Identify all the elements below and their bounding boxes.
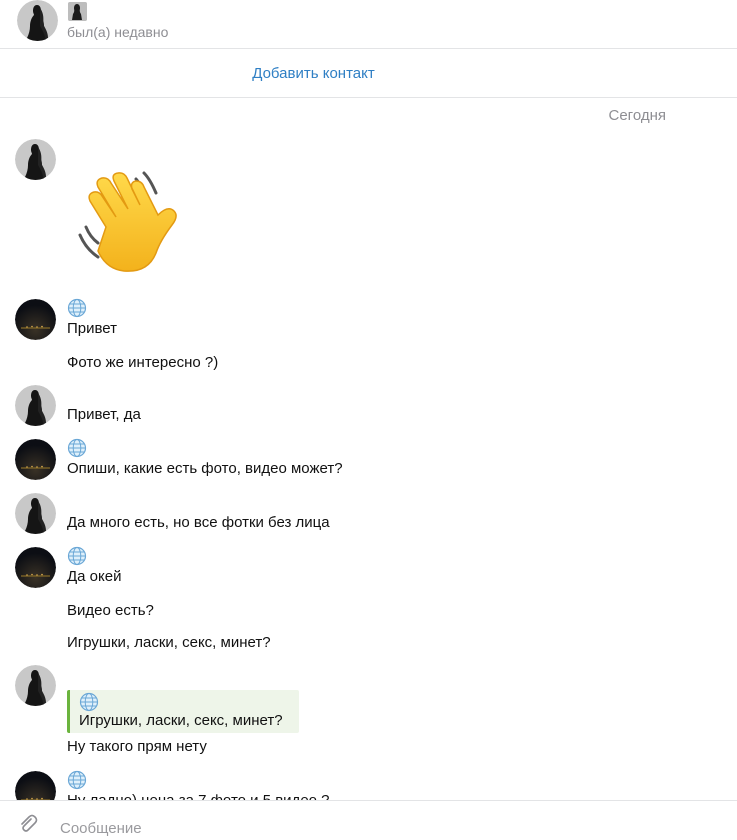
my-avatar[interactable] <box>15 439 56 480</box>
contact-avatar[interactable] <box>15 665 56 706</box>
globe-icon[interactable] <box>67 546 87 566</box>
quoted-message[interactable]: Игрушки, ласки, секс, минет? <box>67 690 299 733</box>
message-text: Опиши, какие есть фото, видео может? <box>67 460 343 477</box>
message-text: Привет, да <box>67 406 141 423</box>
message-text: Игрушки, ласки, секс, минет? <box>67 634 271 651</box>
message-text: Фото же интересно ?) <box>67 354 219 371</box>
message-composer <box>0 800 737 837</box>
contact-avatar[interactable] <box>15 385 56 426</box>
chat-header: был(а) недавно <box>0 0 737 49</box>
globe-icon[interactable] <box>67 770 87 790</box>
globe-icon[interactable] <box>67 438 87 458</box>
paperclip-icon[interactable] <box>16 813 38 835</box>
my-avatar[interactable] <box>15 547 56 588</box>
contact-avatar[interactable] <box>15 139 56 180</box>
message-text: Да окей <box>67 568 122 585</box>
add-contact-button[interactable]: Добавить контакт <box>252 65 374 82</box>
message-text: Да много есть, но все фотки без лица <box>67 514 330 531</box>
message-text: Видео есть? <box>67 602 154 619</box>
my-avatar[interactable] <box>15 299 56 340</box>
contact-avatar[interactable] <box>17 0 58 41</box>
last-seen-status: был(а) недавно <box>67 24 169 40</box>
message-text: Привет <box>67 320 118 337</box>
message-text: Ну такого прям нету <box>67 738 207 755</box>
contact-avatar[interactable] <box>15 493 56 534</box>
waving-hand-sticker[interactable] <box>76 167 188 277</box>
globe-icon <box>79 692 99 712</box>
quoted-text: Игрушки, ласки, секс, минет? <box>79 712 283 729</box>
globe-icon[interactable] <box>67 298 87 318</box>
date-separator: Сегодня <box>608 107 667 124</box>
message-input[interactable] <box>60 820 660 837</box>
add-contact-bar: Добавить контакт <box>0 49 737 98</box>
profile-badge-icon <box>68 2 87 21</box>
